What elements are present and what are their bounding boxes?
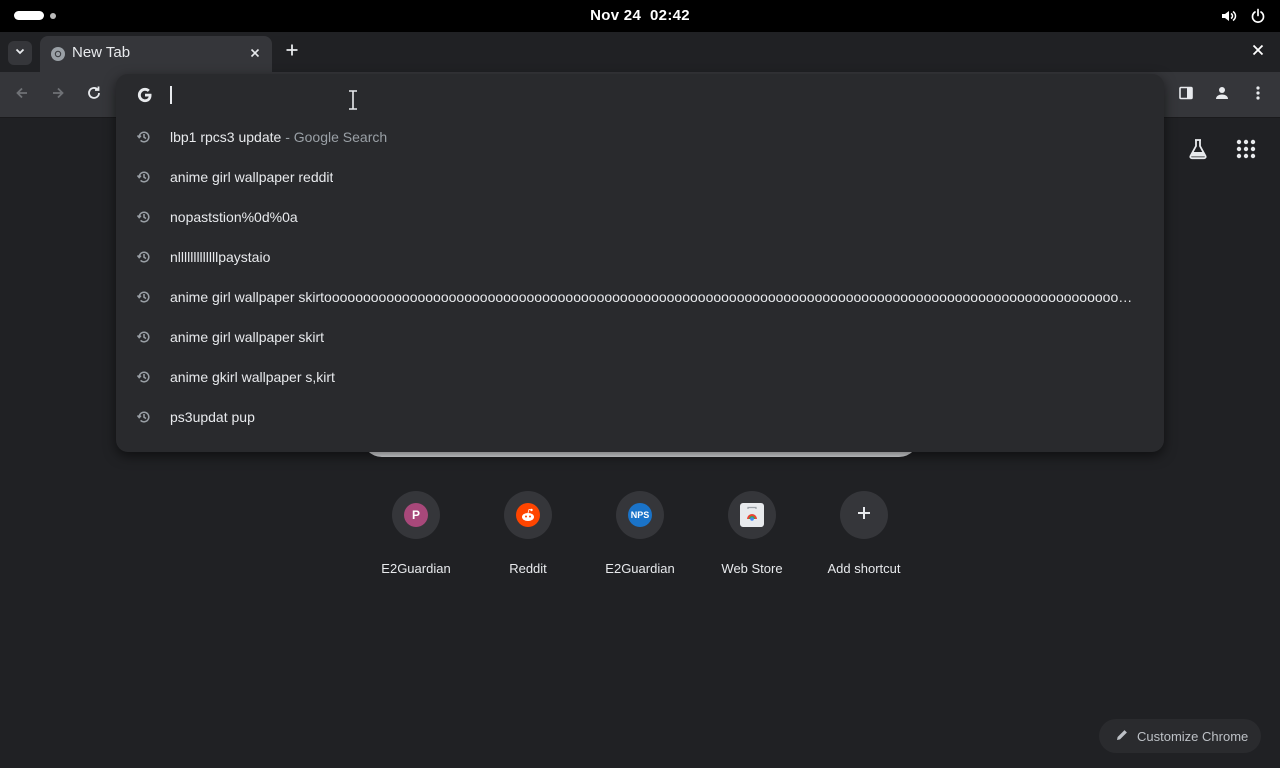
suggestion-text: anime gkirl wallpaper s,kirt <box>170 369 335 385</box>
clock-time: 02:42 <box>650 7 690 24</box>
suggestion-suffix: - Google Search <box>281 129 388 145</box>
suggestion-list: lbp1 rpcs3 update - Google Search anime … <box>116 117 1164 437</box>
web-store-icon <box>740 503 764 527</box>
suggestion-text: anime girl wallpaper skirt <box>170 329 325 345</box>
chrome-icon <box>50 46 66 62</box>
suggestion-text: ps3updat pup <box>170 409 255 425</box>
plus-icon <box>856 505 872 526</box>
shortcut-tile[interactable]: Web Store <box>696 489 808 589</box>
tab-title: New Tab <box>72 44 131 61</box>
flask-icon <box>1186 137 1210 166</box>
window-close-button[interactable] <box>1248 42 1268 62</box>
back-button[interactable] <box>10 83 34 107</box>
profile-button[interactable] <box>1210 83 1234 107</box>
new-tab-button[interactable] <box>280 40 304 64</box>
history-icon <box>136 129 152 145</box>
history-icon <box>136 249 152 265</box>
reload-button[interactable] <box>82 83 106 107</box>
letter-p-icon: P <box>404 503 428 527</box>
forward-button[interactable] <box>46 83 70 107</box>
history-icon <box>136 409 152 425</box>
shortcut-icon-circle <box>728 491 776 539</box>
customize-chrome-button[interactable]: Customize Chrome <box>1099 719 1261 753</box>
customize-chrome-label: Customize Chrome <box>1137 728 1249 744</box>
suggestion-item[interactable]: anime girl wallpaper reddit <box>116 157 1164 197</box>
arrow-right-icon <box>50 85 66 106</box>
shortcut-tile[interactable]: NPS E2Guardian <box>584 489 696 589</box>
history-icon <box>136 369 152 385</box>
suggestion-item[interactable]: anime gkirl wallpaper s,kirt <box>116 357 1164 397</box>
shortcut-icon-circle <box>840 491 888 539</box>
tab-strip: New Tab <box>0 32 1280 72</box>
suggestion-item[interactable]: ps3updat pup <box>116 397 1164 437</box>
omnibox-dropdown: lbp1 rpcs3 update - Google Search anime … <box>116 74 1164 452</box>
omnibox-input[interactable] <box>170 84 1070 108</box>
labs-button[interactable] <box>1184 137 1212 165</box>
shortcut-label: Reddit <box>509 561 547 576</box>
history-icon <box>136 209 152 225</box>
power-icon[interactable] <box>1250 8 1266 29</box>
volume-icon[interactable] <box>1220 7 1238 30</box>
suggestion-query: lbp1 rpcs3 update <box>170 129 282 145</box>
history-icon <box>136 329 152 345</box>
shortcut-tile[interactable]: Reddit <box>472 489 584 589</box>
ibeam-cursor-icon <box>348 90 358 115</box>
suggestion-item[interactable]: nopaststion%0d%0a <box>116 197 1164 237</box>
add-shortcut-tile[interactable]: Add shortcut <box>808 489 920 589</box>
suggestion-text: nopaststion%0d%0a <box>170 209 298 225</box>
shortcuts-grid: P E2Guardian Reddit NPS E2Guardian Web S… <box>360 489 920 589</box>
shortcut-label: E2Guardian <box>605 561 675 576</box>
google-apps-button[interactable] <box>1232 137 1260 165</box>
nps-icon: NPS <box>628 503 652 527</box>
plus-icon <box>285 43 299 62</box>
suggestion-text: anime girl wallpaper skirtoooooooooooooo… <box>170 289 1138 305</box>
grid-icon <box>1236 139 1256 164</box>
person-icon <box>1214 85 1230 106</box>
side-panel-button[interactable] <box>1174 83 1198 107</box>
suggestion-text: nlllllllllllllpaystaio <box>170 249 271 265</box>
reload-icon <box>86 85 102 106</box>
chevron-down-icon <box>14 44 26 62</box>
shortcut-label: E2Guardian <box>381 561 451 576</box>
google-g-icon <box>136 86 154 104</box>
suggestion-item[interactable]: anime girl wallpaper skirt <box>116 317 1164 357</box>
tab-search-button[interactable] <box>8 41 32 65</box>
clock-date: Nov 24 <box>590 7 642 24</box>
reddit-icon <box>516 503 540 527</box>
tab-new-tab[interactable]: New Tab <box>40 36 272 72</box>
clock[interactable]: Nov 24 02:42 <box>0 7 1280 24</box>
history-icon <box>136 169 152 185</box>
suggestion-item[interactable]: lbp1 rpcs3 update - Google Search <box>116 117 1164 157</box>
shortcut-label: Add shortcut <box>827 561 901 576</box>
close-icon[interactable] <box>246 44 264 62</box>
suggestion-text: lbp1 rpcs3 update - Google Search <box>170 129 387 145</box>
arrow-left-icon <box>14 85 30 106</box>
shortcut-icon-circle: P <box>392 491 440 539</box>
history-icon <box>136 289 152 305</box>
suggestion-item[interactable]: anime girl wallpaper skirtoooooooooooooo… <box>116 277 1164 317</box>
kebab-menu-icon <box>1250 85 1266 106</box>
shortcut-icon-circle <box>504 491 552 539</box>
close-icon <box>1252 43 1264 61</box>
shortcut-label: Web Store <box>721 561 783 576</box>
text-caret <box>170 86 172 104</box>
side-panel-icon <box>1178 85 1194 106</box>
pencil-icon <box>1115 728 1129 745</box>
suggestion-item[interactable]: nlllllllllllllpaystaio <box>116 237 1164 277</box>
menu-button[interactable] <box>1246 83 1270 107</box>
system-tray[interactable] <box>1220 7 1266 30</box>
system-top-bar: Nov 24 02:42 <box>0 0 1280 32</box>
suggestion-text: anime girl wallpaper reddit <box>170 169 334 185</box>
shortcut-tile[interactable]: P E2Guardian <box>360 489 472 589</box>
shortcut-icon-circle: NPS <box>616 491 664 539</box>
